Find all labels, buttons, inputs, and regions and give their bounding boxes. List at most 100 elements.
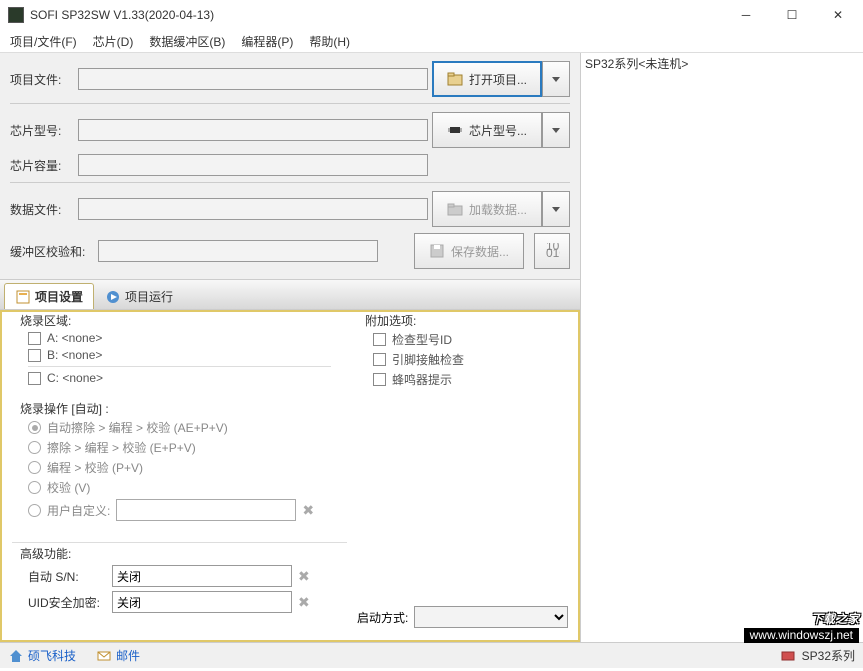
chip-model-label: 芯片型号: [10, 122, 74, 139]
watermark-url: www.windowszj.net [744, 628, 859, 643]
pin-check-label: 引脚接触检查 [392, 351, 464, 368]
custom-op-input[interactable] [116, 499, 296, 521]
load-data-label: 加载数据... [469, 201, 527, 218]
vendor-link-label: 硕飞科技 [28, 647, 76, 664]
hex-view-button[interactable]: 10010 [534, 233, 570, 269]
tab-settings[interactable]: 项目设置 [4, 283, 94, 309]
connection-status: SP32系列<未连机> [585, 57, 688, 71]
open-project-button[interactable]: 打开项目... [432, 61, 542, 97]
menu-chip[interactable]: 芯片(D) [87, 31, 140, 52]
mail-link[interactable]: 邮件 [96, 647, 140, 664]
checkbox-buzzer[interactable] [373, 373, 386, 386]
burn-area-b: B: <none> [47, 348, 102, 362]
app-icon [8, 7, 24, 23]
mail-link-label: 邮件 [116, 647, 140, 664]
maximize-button[interactable]: ☐ [769, 0, 815, 30]
sn-value: 关闭 [117, 568, 141, 585]
sn-field[interactable]: 关闭 [112, 565, 292, 587]
buzzer-label: 蜂鸣器提示 [392, 371, 452, 388]
tab-settings-label: 项目设置 [35, 288, 83, 305]
clear-custom-icon[interactable]: ✖ [302, 502, 314, 519]
burn-area-a: A: <none> [47, 331, 102, 345]
burn-area-title: 烧录区域: [16, 312, 75, 329]
burn-op-r5: 用户自定义: [47, 502, 110, 519]
programmer-status-icon [780, 648, 796, 664]
save-data-button[interactable]: 保存数据... [414, 233, 524, 269]
advanced-title: 高级功能: [16, 545, 75, 562]
settings-tab-icon [15, 289, 31, 305]
radio-epv[interactable] [28, 441, 41, 454]
uid-field[interactable]: 关闭 [112, 591, 292, 613]
sn-label: 自动 S/N: [28, 568, 106, 585]
programmer-status: SP32系列 [802, 647, 855, 664]
chevron-down-icon [552, 128, 560, 133]
watermark-text: 下载之家 [811, 612, 859, 626]
project-file-label: 项目文件: [10, 71, 74, 88]
checkbox-b[interactable] [28, 349, 41, 362]
burn-op-r1: 自动擦除 > 编程 > 校验 (AE+P+V) [47, 419, 228, 436]
menu-buffer[interactable]: 数据缓冲区(B) [143, 31, 231, 52]
extra-options-title: 附加选项: [361, 312, 420, 329]
radio-aepv[interactable] [28, 421, 41, 434]
checkbox-c[interactable] [28, 372, 41, 385]
home-icon [8, 648, 24, 664]
radio-pv[interactable] [28, 461, 41, 474]
checkbox-check-id[interactable] [373, 333, 386, 346]
project-file-field[interactable] [78, 68, 428, 90]
radio-v[interactable] [28, 481, 41, 494]
save-data-label: 保存数据... [451, 243, 509, 260]
open-project-dropdown[interactable] [542, 61, 570, 97]
menu-bar: 项目/文件(F) 芯片(D) 数据缓冲区(B) 编程器(P) 帮助(H) [0, 30, 863, 52]
folder-icon [447, 201, 463, 217]
menu-help[interactable]: 帮助(H) [303, 31, 356, 52]
load-data-dropdown[interactable] [542, 191, 570, 227]
checksum-field[interactable] [98, 240, 378, 262]
chip-model-button[interactable]: 芯片型号... [432, 112, 542, 148]
burn-area-c: C: <none> [47, 371, 103, 385]
checksum-label: 缓冲区校验和: [10, 243, 94, 260]
check-id-label: 检查型号ID [392, 331, 452, 348]
tab-run[interactable]: 项目运行 [94, 283, 184, 309]
chevron-down-icon [552, 207, 560, 212]
clear-uid-icon[interactable]: ✖ [298, 594, 310, 611]
tab-run-label: 项目运行 [125, 288, 173, 305]
chip-model-dropdown[interactable] [542, 112, 570, 148]
close-button[interactable]: ✕ [815, 0, 861, 30]
watermark: 下载之家 www.windowszj.net [744, 608, 859, 643]
radio-custom[interactable] [28, 504, 41, 517]
menu-programmer[interactable]: 编程器(P) [235, 31, 299, 52]
clear-sn-icon[interactable]: ✖ [298, 568, 310, 585]
data-file-label: 数据文件: [10, 201, 74, 218]
chip-capacity-field[interactable] [78, 154, 428, 176]
open-icon [447, 71, 463, 87]
chevron-down-icon [552, 77, 560, 82]
burn-op-title: 烧录操作 [自动] : [16, 400, 113, 417]
run-tab-icon [105, 289, 121, 305]
binary-icon: 10010 [544, 243, 560, 259]
chip-model-btn-label: 芯片型号... [469, 122, 527, 139]
checkbox-a[interactable] [28, 332, 41, 345]
svg-text:010: 010 [546, 246, 560, 259]
window-title: SOFI SP32SW V1.33(2020-04-13) [30, 8, 723, 22]
data-file-field[interactable] [78, 198, 428, 220]
save-icon [429, 243, 445, 259]
burn-op-r4: 校验 (V) [47, 479, 90, 496]
uid-value: 关闭 [117, 594, 141, 611]
vendor-link[interactable]: 硕飞科技 [8, 647, 76, 664]
startup-label: 启动方式: [357, 609, 408, 626]
log-panel: SP32系列<未连机> [581, 53, 863, 642]
burn-op-r2: 擦除 > 编程 > 校验 (E+P+V) [47, 439, 196, 456]
chip-capacity-label: 芯片容量: [10, 157, 74, 174]
menu-file[interactable]: 项目/文件(F) [4, 31, 83, 52]
checkbox-pin-check[interactable] [373, 353, 386, 366]
minimize-button[interactable]: ─ [723, 0, 769, 30]
burn-op-r3: 编程 > 校验 (P+V) [47, 459, 143, 476]
open-project-label: 打开项目... [469, 71, 527, 88]
load-data-button[interactable]: 加载数据... [432, 191, 542, 227]
chip-icon [447, 122, 463, 138]
chip-model-field[interactable] [78, 119, 428, 141]
uid-label: UID安全加密: [28, 594, 106, 611]
startup-select[interactable] [414, 606, 568, 628]
mail-icon [96, 648, 112, 664]
tab-bar: 项目设置 项目运行 [0, 279, 580, 310]
